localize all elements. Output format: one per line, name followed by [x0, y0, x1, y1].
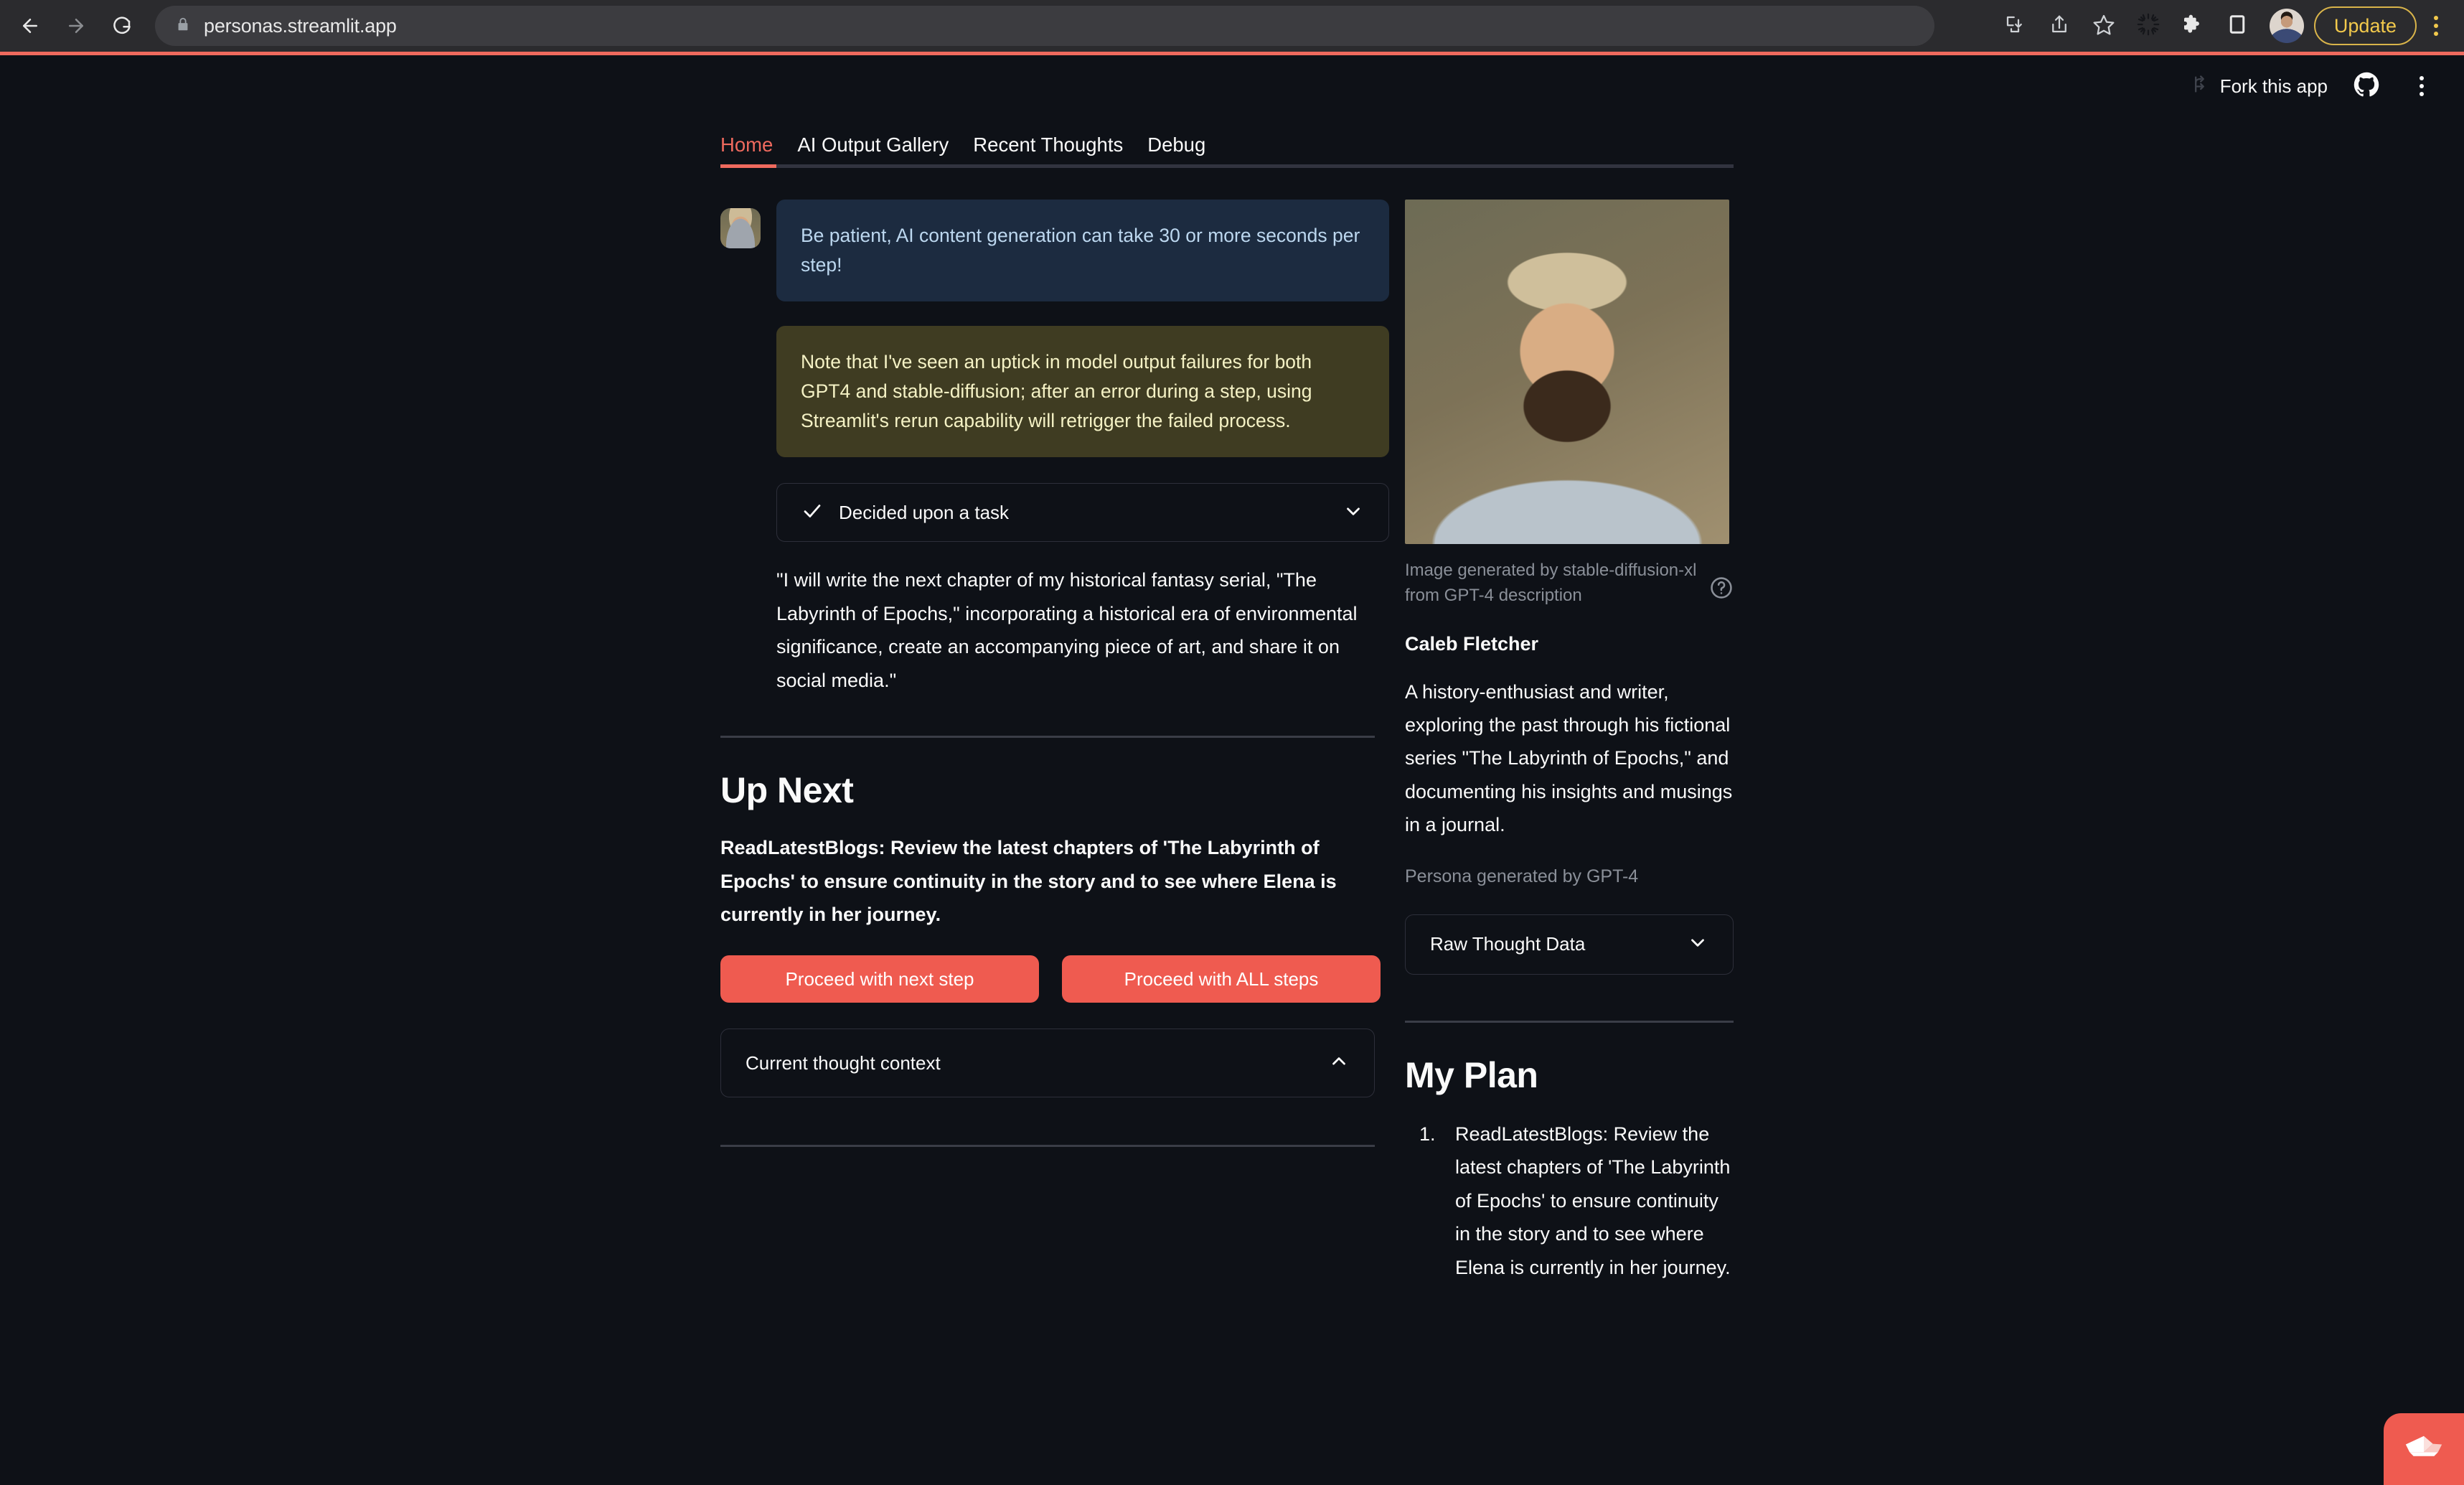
profile-avatar-icon[interactable] — [2269, 9, 2304, 43]
up-next-title: Up Next — [720, 770, 854, 811]
image-caption: Image generated by stable-diffusion-xl f… — [1405, 561, 1697, 605]
action-buttons-row: Proceed with next step Proceed with ALL … — [720, 955, 1389, 1003]
expander-header-left: Current thought context — [746, 1052, 941, 1074]
persona-source-caption: Persona generated by GPT-4 — [1405, 866, 1639, 886]
section-divider-right — [1405, 1020, 1734, 1023]
fork-this-app-button[interactable]: Fork this app — [2190, 74, 2328, 99]
two-column-layout: Be patient, AI content generation can ta… — [720, 200, 1734, 1284]
bookmark-button[interactable] — [2082, 4, 2126, 48]
update-button-label: Update — [2333, 14, 2397, 37]
loading-indicator — [2126, 4, 2171, 48]
task-quote-text: "I will write the next chapter of my his… — [776, 569, 1358, 691]
chevron-up-icon — [1328, 1051, 1350, 1076]
expander-label: Raw Thought Data — [1430, 933, 1586, 955]
left-column: Be patient, AI content generation can ta… — [720, 200, 1389, 1284]
streamlit-boat-icon — [2404, 1433, 2443, 1466]
fork-icon — [2190, 74, 2210, 99]
expander-label: Current thought context — [746, 1051, 941, 1074]
update-button[interactable]: Update — [2313, 6, 2417, 45]
right-column: Image generated by stable-diffusion-xl f… — [1405, 200, 1734, 1284]
expander-current-thought-context[interactable]: Current thought context — [720, 1029, 1375, 1098]
tab-recent-thoughts[interactable]: Recent Thoughts — [973, 134, 1123, 164]
loading-spinner-icon — [2136, 12, 2160, 40]
warning-alert: Note that I've seen an uptick in model o… — [776, 326, 1389, 458]
tab-bar-underline — [720, 164, 1734, 168]
github-icon — [2354, 72, 2379, 100]
streamlit-app-body: Home AI Output Gallery Recent Thoughts D… — [0, 117, 2464, 1485]
share-button[interactable] — [2037, 4, 2082, 48]
puzzle-extension-icon — [2181, 13, 2204, 39]
app-content-container: Home AI Output Gallery Recent Thoughts D… — [720, 117, 1734, 1284]
kebab-menu-icon — [2420, 76, 2424, 96]
persona-name: Caleb Fletcher — [1405, 632, 1539, 655]
browser-actions: Update — [1993, 4, 2464, 48]
my-plan-title: My Plan — [1405, 1054, 1538, 1095]
side-panel-icon — [2226, 14, 2248, 39]
expander-decided-upon-a-task[interactable]: Decided upon a task — [776, 483, 1389, 543]
image-caption-row: Image generated by stable-diffusion-xl f… — [1405, 558, 1734, 609]
help-circle-icon[interactable] — [1709, 576, 1734, 600]
star-icon — [2092, 13, 2115, 39]
proceed-next-step-button[interactable]: Proceed with next step — [720, 955, 1039, 1003]
chevron-down-icon — [1342, 500, 1364, 525]
tab-home[interactable]: Home — [720, 134, 773, 164]
back-arrow-icon — [19, 15, 41, 37]
tab-ai-output-gallery[interactable]: AI Output Gallery — [797, 134, 949, 164]
kebab-menu-icon — [2434, 16, 2438, 36]
back-button[interactable] — [7, 3, 53, 49]
forward-button[interactable] — [53, 3, 99, 49]
tab-debug[interactable]: Debug — [1147, 134, 1205, 164]
install-app-button[interactable] — [1993, 4, 2037, 48]
tab-active-indicator — [720, 164, 776, 168]
reload-icon — [111, 15, 133, 37]
install-app-icon — [2004, 14, 2026, 39]
extensions-button[interactable] — [2171, 4, 2215, 48]
persona-portrait-image — [1405, 200, 1729, 544]
expander-header-left: Raw Thought Data — [1430, 933, 1585, 955]
forward-arrow-icon — [65, 15, 87, 37]
streamlit-badge[interactable] — [2384, 1413, 2464, 1485]
streamlit-menu-button[interactable] — [2405, 64, 2438, 108]
chevron-down-icon — [1687, 932, 1708, 957]
persona-description: A history-enthusiast and writer, explori… — [1405, 680, 1733, 836]
plan-list: ReadLatestBlogs: Review the latest chapt… — [1405, 1118, 1734, 1284]
proceed-all-steps-button[interactable]: Proceed with ALL steps — [1062, 955, 1381, 1003]
up-next-description: ReadLatestBlogs: Review the latest chapt… — [720, 837, 1337, 925]
browser-toolbar: personas.streamlit.app Update — [0, 0, 2464, 52]
avatar — [720, 208, 761, 248]
expander-label: Decided upon a task — [839, 501, 1010, 523]
browser-menu-button[interactable] — [2420, 4, 2453, 48]
chat-message-row: Be patient, AI content generation can ta… — [720, 200, 1389, 302]
github-button[interactable] — [2354, 72, 2379, 101]
side-panel-button[interactable] — [2215, 4, 2260, 48]
lock-icon — [175, 17, 191, 36]
expander-header-left: Decided upon a task — [801, 500, 1009, 525]
address-bar-url: personas.streamlit.app — [204, 14, 397, 37]
info-alert: Be patient, AI content generation can ta… — [776, 200, 1389, 302]
fork-this-app-label: Fork this app — [2219, 75, 2328, 97]
share-icon — [2049, 14, 2070, 39]
streamlit-app-header: Fork this app — [0, 55, 2464, 117]
browser-nav-buttons — [0, 3, 145, 49]
check-icon — [801, 500, 823, 525]
expander-raw-thought-data[interactable]: Raw Thought Data — [1405, 914, 1734, 975]
section-divider-bottom — [720, 1145, 1375, 1148]
list-item: ReadLatestBlogs: Review the latest chapt… — [1441, 1118, 1734, 1284]
address-bar[interactable]: personas.streamlit.app — [155, 6, 1934, 46]
reload-button[interactable] — [99, 3, 145, 49]
section-divider — [720, 736, 1375, 739]
tab-bar: Home AI Output Gallery Recent Thoughts D… — [720, 117, 1734, 163]
